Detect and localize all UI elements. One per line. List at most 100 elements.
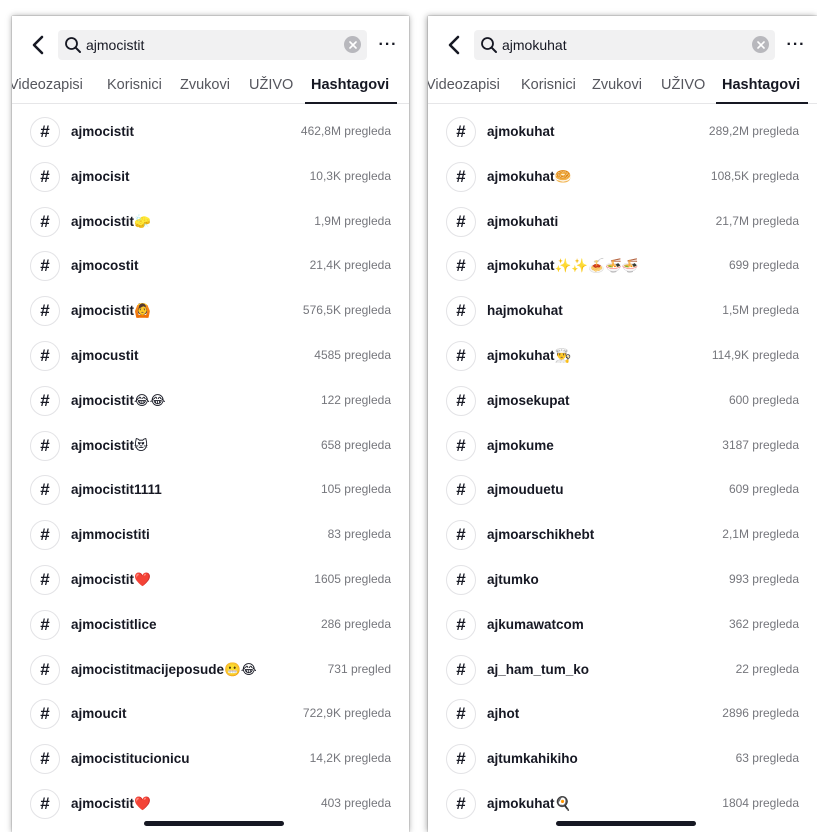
tab-hashtagovi[interactable]: Hashtagovi bbox=[311, 77, 389, 93]
more-options-button[interactable]: ··· bbox=[375, 32, 401, 58]
hashtag-name: ajmocistit❤️ bbox=[71, 572, 151, 587]
hashtag-view-count: 10,3K pregleda bbox=[309, 168, 391, 183]
tab-zvukovi[interactable]: Zvukovi bbox=[592, 77, 642, 93]
hashtag-view-count: 576,5K pregleda bbox=[302, 303, 391, 318]
hashtag-icon: # bbox=[30, 789, 60, 819]
hashtag-result-row[interactable]: # ajmmocistiti 83 pregleda bbox=[12, 514, 409, 554]
tab-uzivo[interactable]: UŽIVO bbox=[661, 77, 705, 93]
hashtag-icon: # bbox=[30, 475, 60, 506]
hashtag-name: ajkumawatcom bbox=[487, 616, 584, 632]
hashtag-view-count: 122 pregleda bbox=[320, 392, 391, 407]
hashtag-view-count: 2,1M pregleda bbox=[722, 527, 799, 542]
hashtag-result-row[interactable]: # ajmocistit😂😂 122 pregleda bbox=[12, 380, 409, 420]
hashtag-icon: # bbox=[446, 296, 476, 327]
clear-search-button[interactable] bbox=[344, 36, 361, 53]
hashtag-result-row[interactable]: # ajhot 2896 pregleda bbox=[428, 693, 817, 733]
clear-search-button[interactable] bbox=[752, 36, 769, 53]
hashtag-name: ajmokuhati bbox=[487, 213, 559, 229]
hashtag-result-row[interactable]: # ajmocistit😻 658 pregleda bbox=[12, 425, 409, 465]
hashtag-result-row[interactable]: # hajmokuhat 1,5M pregleda bbox=[428, 290, 817, 330]
hashtag-result-row[interactable]: # ajkumawatcom 362 pregleda bbox=[428, 604, 817, 644]
hashtag-result-row[interactable]: # ajmocistitlice 286 pregleda bbox=[12, 604, 409, 644]
hashtag-icon: # bbox=[30, 341, 60, 371]
home-indicator[interactable] bbox=[144, 821, 284, 826]
hashtag-icon: # bbox=[446, 161, 476, 192]
hashtag-view-count: 658 pregleda bbox=[320, 437, 391, 452]
hashtag-result-row[interactable]: # ajmocustit 4585 pregleda bbox=[12, 335, 409, 375]
hashtag-view-count: 731 pregled bbox=[327, 661, 391, 676]
hashtag-icon: # bbox=[30, 117, 60, 147]
hashtag-icon: # bbox=[30, 385, 60, 416]
hashtag-name: ajmocistit🧽 bbox=[71, 213, 151, 229]
hashtag-result-row[interactable]: # ajmouduetu 609 pregleda bbox=[428, 469, 817, 509]
hashtag-icon: # bbox=[446, 565, 476, 595]
chevron-left-icon bbox=[32, 35, 44, 55]
hashtag-name: ajmoarschikhebt bbox=[487, 527, 595, 543]
hashtag-result-row[interactable]: # ajmokuhati 21,7M pregleda bbox=[428, 201, 817, 241]
hashtag-result-row[interactable]: # ajmokume 3187 pregleda bbox=[428, 425, 817, 465]
hashtag-name: aj_ham_tum_ko bbox=[487, 661, 590, 677]
hashtag-result-row[interactable]: # ajmocistit❤️ 403 pregleda bbox=[12, 783, 409, 823]
hashtag-icon: # bbox=[30, 296, 60, 327]
hashtag-view-count: 21,4K pregleda bbox=[309, 258, 391, 273]
hashtag-result-row[interactable]: # ajmocistit1111 105 pregleda bbox=[12, 469, 409, 509]
hashtag-icon: # bbox=[30, 699, 60, 730]
hashtag-result-row[interactable]: # ajmocistit🙆 576,5K pregleda bbox=[12, 290, 409, 330]
hashtag-name: ajmokume bbox=[487, 437, 554, 453]
hashtag-result-row[interactable]: # ajmocostit 21,4K pregleda bbox=[12, 245, 409, 285]
search-icon bbox=[481, 37, 497, 53]
hashtag-name: ajmocistit😻 bbox=[71, 437, 149, 453]
hashtag-result-row[interactable]: # ajmocistit🧽 1,9M pregleda bbox=[12, 201, 409, 241]
hashtag-result-row[interactable]: # ajmoarschikhebt 2,1M pregleda bbox=[428, 514, 817, 554]
more-options-button[interactable]: ··· bbox=[783, 32, 809, 58]
hashtag-name: ajmokuhat bbox=[487, 124, 555, 139]
hashtag-view-count: 286 pregleda bbox=[320, 616, 391, 631]
hashtag-name: ajtumkahikiho bbox=[487, 751, 578, 767]
active-tab-indicator bbox=[716, 102, 808, 104]
hashtag-view-count: 114,9K pregleda bbox=[711, 348, 799, 362]
tab-zvukovi[interactable]: Zvukovi bbox=[180, 77, 230, 93]
hashtag-name: ajmoucit bbox=[71, 706, 127, 722]
hashtag-view-count: 21,7M pregleda bbox=[715, 213, 799, 228]
hashtag-result-row[interactable]: # ajmocisit 10,3K pregleda bbox=[12, 156, 409, 196]
hashtag-result-row[interactable]: # ajmoucit 722,9K pregleda bbox=[12, 693, 409, 733]
hashtag-icon: # bbox=[446, 609, 476, 640]
hashtag-result-row[interactable]: # ajmokuhat🍳 1804 pregleda bbox=[428, 783, 817, 823]
hashtag-result-row[interactable]: # ajmosekupat 600 pregleda bbox=[428, 380, 817, 420]
hashtag-result-row[interactable]: # ajmocistit 462,8M pregleda bbox=[12, 111, 409, 151]
hashtag-view-count: 699 pregleda bbox=[728, 258, 799, 273]
back-button[interactable] bbox=[442, 32, 466, 58]
tab-videozapisi[interactable]: Videozapisi bbox=[428, 77, 500, 93]
hashtag-view-count: 105 pregleda bbox=[320, 482, 391, 497]
search-input[interactable]: ajmocistit bbox=[58, 30, 367, 60]
hashtag-name: ajhot bbox=[487, 706, 520, 722]
tab-korisnici[interactable]: Korisnici bbox=[521, 77, 576, 93]
hashtag-result-row[interactable]: # ajmocistit❤️ 1605 pregleda bbox=[12, 559, 409, 599]
hashtag-result-row[interactable]: # ajmokuhat✨✨🍝🍜🍜 699 pregleda bbox=[428, 245, 817, 285]
hashtag-view-count: 1804 pregleda bbox=[722, 796, 799, 810]
hashtag-icon: # bbox=[446, 430, 476, 461]
hashtag-result-row[interactable]: # ajmocistitmacijeposude😬😂 731 pregled bbox=[12, 649, 409, 689]
home-indicator[interactable] bbox=[556, 821, 696, 826]
hashtag-result-row[interactable]: # ajmokuhat🥯 108,5K pregleda bbox=[428, 156, 817, 196]
hashtag-result-row[interactable]: # ajmokuhat 289,2M pregleda bbox=[428, 111, 817, 151]
hashtag-result-row[interactable]: # ajmocistitucionicu 14,2K pregleda bbox=[12, 738, 409, 778]
tab-korisnici[interactable]: Korisnici bbox=[107, 77, 162, 93]
back-button[interactable] bbox=[26, 32, 50, 58]
hashtag-view-count: 1,9M pregleda bbox=[314, 213, 391, 228]
hashtag-result-row[interactable]: # aj_ham_tum_ko 22 pregleda bbox=[428, 649, 817, 689]
hashtag-name: ajmokuhat✨✨🍝🍜🍜 bbox=[487, 258, 639, 274]
hashtag-view-count: 993 pregleda bbox=[728, 572, 799, 586]
search-input[interactable]: ajmokuhat bbox=[474, 30, 775, 60]
hashtag-name: ajmocistit bbox=[71, 124, 135, 139]
hashtag-name: ajmocistit1111 bbox=[71, 482, 162, 498]
tab-uzivo[interactable]: UŽIVO bbox=[249, 77, 293, 93]
tab-videozapisi[interactable]: Videozapisi bbox=[12, 77, 83, 93]
hashtag-result-row[interactable]: # ajtumkahikiho 63 pregleda bbox=[428, 738, 817, 778]
hashtag-name: ajmmocistiti bbox=[71, 527, 150, 543]
hashtag-name: ajmosekupat bbox=[487, 392, 570, 408]
hashtag-name: ajmocostit bbox=[71, 258, 139, 274]
hashtag-result-row[interactable]: # ajmokuhat👨‍🍳 114,9K pregleda bbox=[428, 335, 817, 375]
hashtag-result-row[interactable]: # ajtumko 993 pregleda bbox=[428, 559, 817, 599]
tab-hashtagovi[interactable]: Hashtagovi bbox=[722, 77, 800, 93]
